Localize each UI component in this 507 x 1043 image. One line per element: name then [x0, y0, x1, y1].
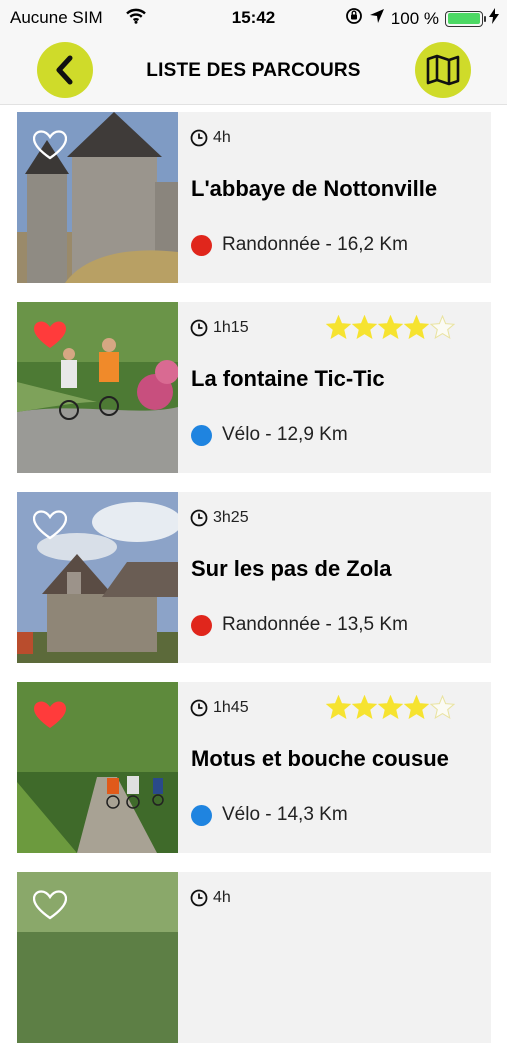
- star-icon: [378, 315, 403, 339]
- heart-filled-icon[interactable]: [33, 700, 67, 735]
- map-button[interactable]: [415, 42, 471, 98]
- clock-icon: [190, 699, 208, 717]
- activity-type-dot: [191, 614, 212, 636]
- heart-outline-icon[interactable]: [32, 890, 68, 925]
- route-card[interactable]: 4h L'abbaye de Nottonville Randonnée - 1…: [17, 112, 491, 283]
- clock-icon: [190, 129, 208, 147]
- rating: [326, 695, 455, 719]
- duration-label: 1h45: [213, 699, 249, 716]
- charging-icon: [489, 8, 499, 29]
- clock-icon: [190, 889, 208, 907]
- star-icon: [430, 695, 455, 719]
- activity-type-dot: [191, 804, 212, 826]
- route-type-distance: Randonnée - 13,5 Km: [222, 614, 408, 635]
- route-title: Sur les pas de Zola: [191, 556, 392, 581]
- star-icon: [352, 695, 377, 719]
- star-icon: [326, 695, 351, 719]
- duration-label: 4h: [213, 129, 231, 146]
- duration: 4h: [190, 129, 231, 147]
- duration: 3h25: [190, 509, 249, 527]
- heart-outline-icon[interactable]: [32, 130, 68, 165]
- duration: 1h15: [190, 319, 249, 337]
- map-icon: [426, 54, 460, 86]
- clock-icon: [190, 319, 208, 337]
- route-type-distance: Vélo - 14,3 Km: [222, 804, 348, 825]
- star-icon: [326, 315, 351, 339]
- location-icon: [369, 8, 385, 29]
- route-card[interactable]: 3h25 Sur les pas de Zola Randonnée - 13,…: [17, 492, 491, 663]
- route-meta: Randonnée - 13,5 Km: [191, 614, 408, 636]
- star-icon: [378, 695, 403, 719]
- route-type-distance: Vélo - 12,9 Km: [222, 424, 348, 445]
- star-icon: [352, 315, 377, 339]
- duration: 1h45: [190, 699, 249, 717]
- duration-label: 1h15: [213, 319, 249, 336]
- heart-outline-icon[interactable]: [32, 510, 68, 545]
- route-meta: Randonnée - 16,2 Km: [191, 234, 408, 256]
- route-meta: Vélo - 12,9 Km: [191, 424, 348, 446]
- route-card[interactable]: 1h45 Motus et bouche cousue Vélo - 14,3 …: [17, 682, 491, 853]
- clock-icon: [190, 509, 208, 527]
- heart-filled-icon[interactable]: [33, 320, 67, 355]
- route-card[interactable]: 1h15 La fontaine Tic-Tic Vélo - 12,9 Km: [17, 302, 491, 473]
- route-type-distance: Randonnée - 16,2 Km: [222, 234, 408, 255]
- duration-label: 4h: [213, 889, 231, 906]
- status-bar: Aucune SIM 15:42 100 %: [0, 0, 507, 36]
- rotation-lock-icon: [345, 7, 363, 30]
- duration: 4h: [190, 889, 231, 907]
- duration-label: 3h25: [213, 509, 249, 526]
- activity-type-dot: [191, 424, 212, 446]
- route-title: La fontaine Tic-Tic: [191, 366, 385, 391]
- route-meta: Vélo - 14,3 Km: [191, 804, 348, 826]
- navigation-bar: LISTE DES PARCOURS: [0, 36, 507, 105]
- route-title: L'abbaye de Nottonville: [191, 176, 438, 201]
- battery-percent: 100 %: [390, 8, 439, 28]
- star-icon: [404, 315, 429, 339]
- activity-type-dot: [191, 234, 212, 256]
- route-card[interactable]: 4h: [17, 872, 491, 1043]
- route-title: Motus et bouche cousue: [191, 746, 449, 771]
- star-icon: [430, 315, 455, 339]
- rating: [326, 315, 455, 339]
- battery-icon: [445, 10, 486, 27]
- star-icon: [404, 695, 429, 719]
